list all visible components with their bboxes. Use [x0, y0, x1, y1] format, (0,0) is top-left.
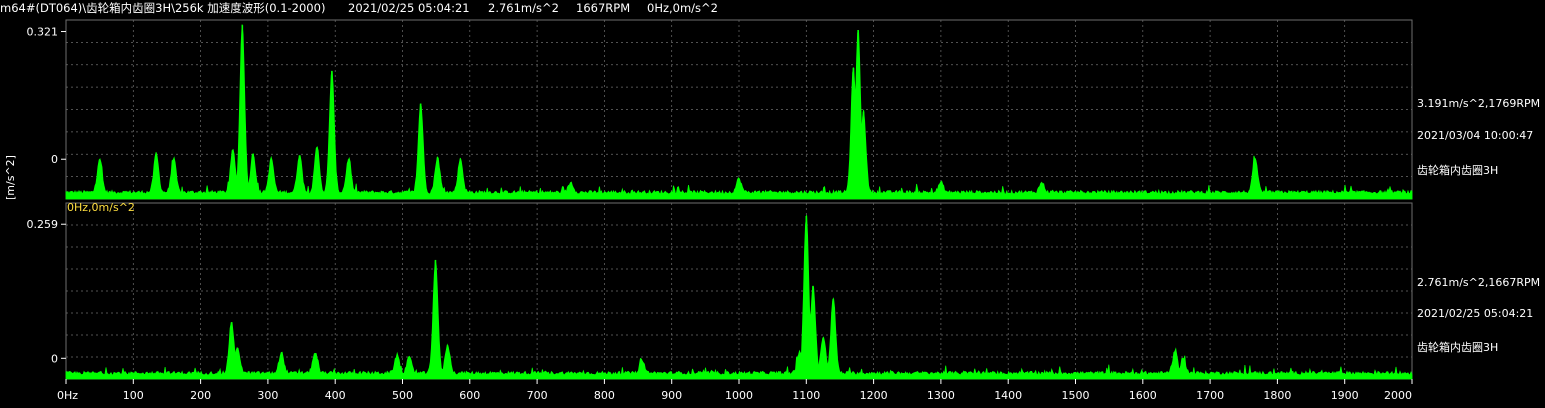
- bottom-info-amplitude-speed: 2.761m/s^2,1667RPM: [1417, 276, 1541, 289]
- xtick-label: 200: [190, 389, 211, 402]
- xtick-label: 400: [325, 389, 346, 402]
- xtick-label: 1600: [1129, 389, 1157, 402]
- x-axis: 0Hz 100 200 300 400 500 600 700 800 900 1000 1100 12…: [57, 379, 1413, 402]
- xtick-label: 600: [459, 389, 480, 402]
- bottom-info-channel-name: 齿轮箱内齿圈3H: [1417, 341, 1499, 354]
- bottom-ytick-label: 0.259: [27, 218, 59, 231]
- top-info-datetime: 2021/03/04 10:00:47: [1417, 129, 1534, 142]
- cursor-readout: 0Hz,0m/s^2: [67, 201, 135, 214]
- xtick-label: 1900: [1331, 389, 1359, 402]
- xtick-label: 1500: [1062, 389, 1090, 402]
- xtick-label: 1700: [1196, 389, 1224, 402]
- bottom-info-datetime: 2021/02/25 05:04:21: [1417, 307, 1534, 320]
- xtick-label: 1100: [792, 389, 820, 402]
- xtick-label: 100: [123, 389, 144, 402]
- bottom-spectrum-plot[interactable]: 0 0.259: [27, 202, 1413, 380]
- top-ytick-label: 0.321: [27, 26, 59, 39]
- top-ytick-label: 0: [51, 153, 58, 166]
- xtick-label: 1300: [927, 389, 955, 402]
- xtick-label: 800: [594, 389, 615, 402]
- xtick-label: 2000: [1384, 389, 1412, 402]
- xtick-label: 900: [661, 389, 682, 402]
- top-info-channel-name: 齿轮箱内齿圈3H: [1417, 164, 1499, 177]
- xtick-label: 700: [527, 389, 548, 402]
- xtick-label: 500: [392, 389, 413, 402]
- y-axis-unit-label: [m/s^2]: [4, 155, 17, 200]
- xtick-label: 1800: [1263, 389, 1291, 402]
- xtick-label: 300: [257, 389, 278, 402]
- bottom-ytick-label: 0: [51, 352, 58, 365]
- spectrum-chart[interactable]: 0 0.321 0 0.259 0Hz 100 200 300 400 500 600 700 80…: [0, 0, 1545, 408]
- top-info-amplitude-speed: 3.191m/s^2,1769RPM: [1417, 97, 1541, 110]
- xtick-label: 0Hz: [57, 389, 78, 402]
- top-spectrum-plot[interactable]: 0 0.321: [27, 19, 1413, 200]
- xtick-label: 1200: [860, 389, 888, 402]
- xtick-label: 1400: [994, 389, 1022, 402]
- xtick-label: 1000: [725, 389, 753, 402]
